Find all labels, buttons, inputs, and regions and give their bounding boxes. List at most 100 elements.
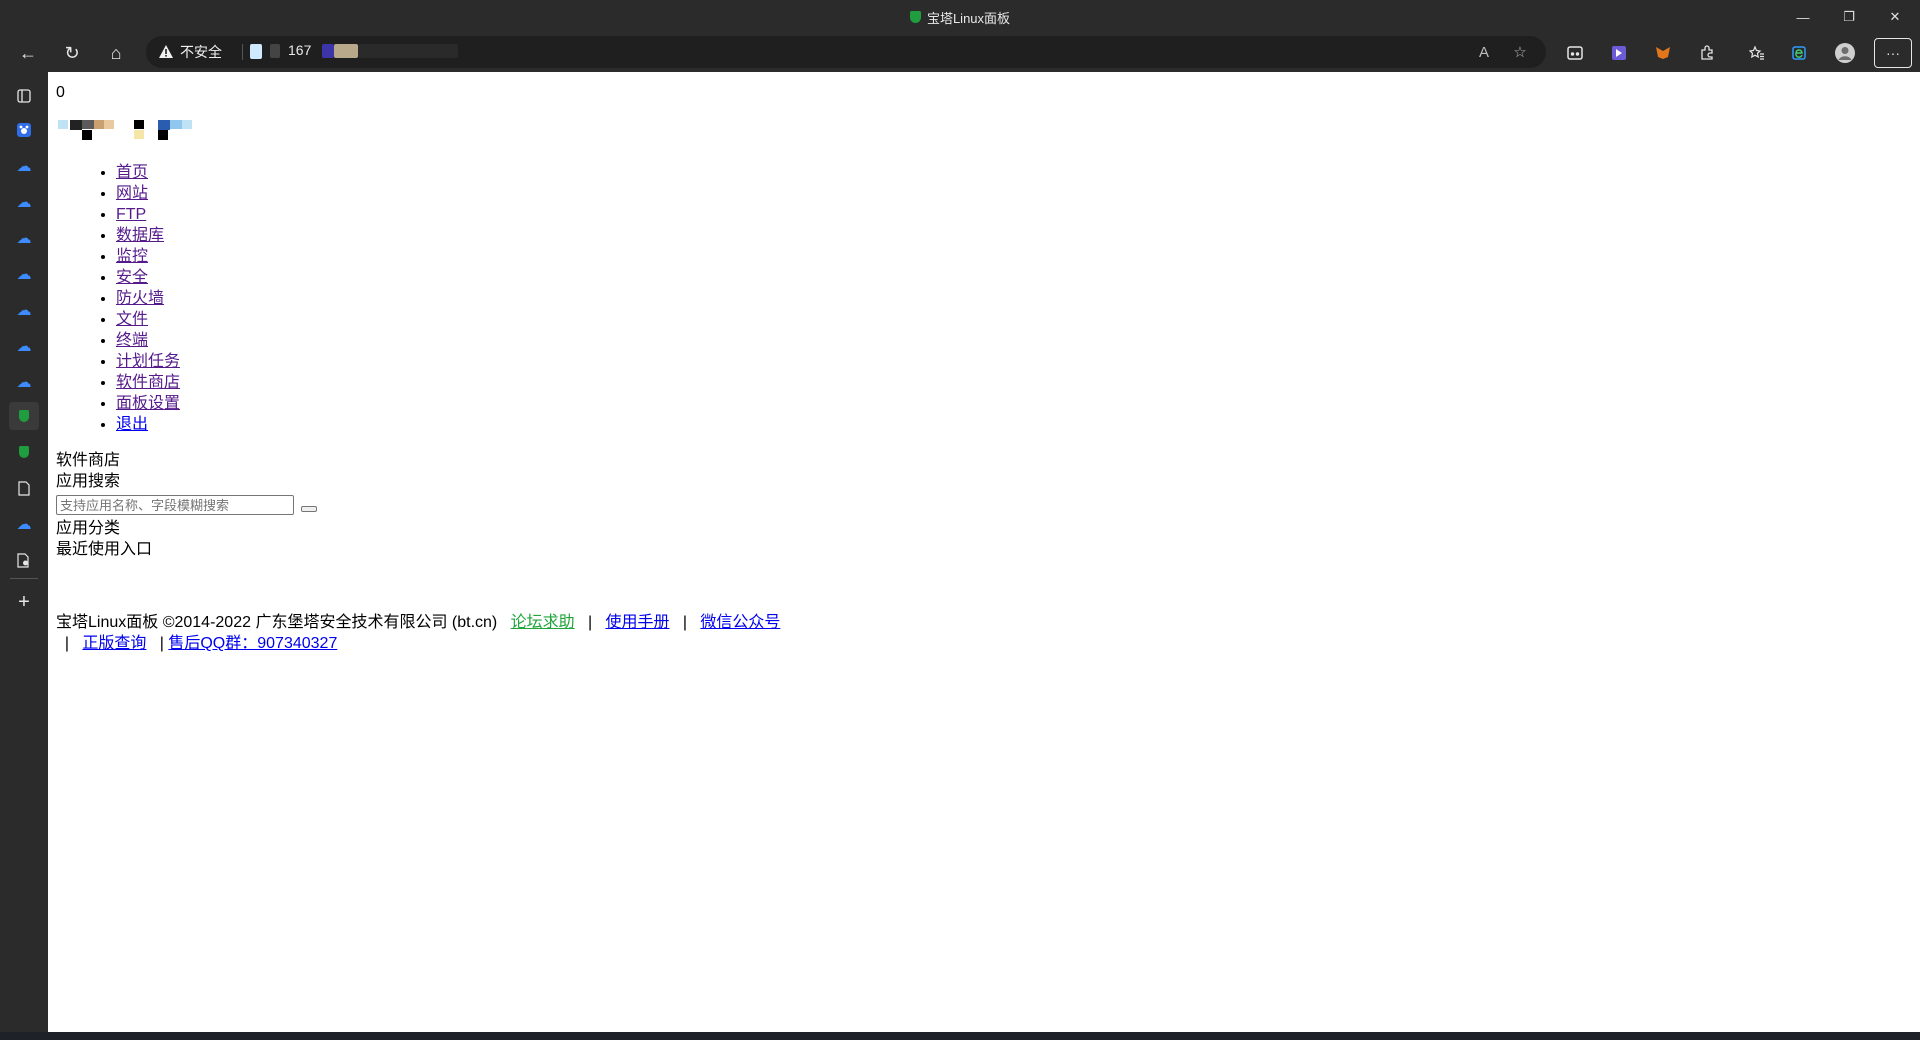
nav-item: 计划任务 (116, 351, 180, 372)
nav-terminal-link[interactable]: 终端 (116, 332, 148, 349)
nav-item: 终端 (116, 330, 180, 351)
settings-more-button[interactable]: ··· (1874, 38, 1912, 68)
nav-item: 文件 (116, 309, 180, 330)
page-icon (250, 44, 262, 59)
qq-group-link[interactable]: 售后QQ群：907340327 (168, 635, 337, 652)
bt-panel-tab-active[interactable] (9, 402, 39, 430)
search-label: 应用搜索 (56, 473, 121, 490)
window-title: 宝塔Linux面板 (926, 10, 1011, 26)
url-text: 167 (288, 42, 312, 58)
logo-image (58, 120, 198, 144)
collections-icon[interactable] (1784, 38, 1814, 68)
sidebar-divider (10, 578, 38, 579)
immersive-reader-icon[interactable] (1560, 38, 1590, 68)
nav-item: 软件商店 (116, 372, 180, 393)
warning-icon (159, 45, 173, 58)
nav-item: 数据库 (116, 225, 180, 246)
footer: 宝塔Linux面板 ©2014-2022 广东堡塔安全技术有限公司 (bt.cn… (56, 612, 780, 654)
footer-line-1: 宝塔Linux面板 ©2014-2022 广东堡塔安全技术有限公司 (bt.cn… (56, 612, 780, 633)
extension-purple-icon[interactable] (1604, 38, 1634, 68)
footer-separator: | (682, 614, 687, 631)
nav-item: 首页 (116, 162, 180, 183)
nav-site-link[interactable]: 网站 (116, 185, 148, 202)
footer-line-2: | 正版查询 | 售后QQ群：907340327 (56, 633, 780, 654)
title-group: 宝塔Linux面板 (0, 0, 1920, 34)
back-button[interactable]: ← (13, 38, 43, 68)
security-indicator[interactable]: 不安全 (158, 41, 222, 63)
nav-monitor-link[interactable]: 监控 (116, 248, 148, 265)
taskbar-strip (0, 1032, 1920, 1040)
nav-files-link[interactable]: 文件 (116, 311, 148, 328)
search-button[interactable] (301, 506, 317, 512)
nav-item: 防火墙 (116, 288, 180, 309)
favorites-icon[interactable] (1742, 38, 1772, 68)
tab-actions-icon[interactable] (9, 82, 39, 110)
settings-doc-tab-icon[interactable] (9, 546, 39, 574)
profile-avatar-icon[interactable] (1830, 38, 1860, 68)
forum-link[interactable]: 论坛求助 (511, 614, 575, 631)
nav-logout-link[interactable]: 退出 (116, 416, 148, 433)
app-search-input[interactable] (56, 495, 294, 515)
nav-crontab-link[interactable]: 计划任务 (116, 353, 180, 370)
restore-button[interactable]: ❐ (1826, 0, 1872, 34)
browser-toolbar: ← ↻ ⌂ 不安全 167 A ☆ ··· (0, 34, 1920, 72)
bt-shield-icon (909, 11, 921, 23)
add-favorite-icon[interactable]: ☆ (1508, 40, 1532, 64)
security-label: 不安全 (180, 44, 222, 60)
nav-home-link[interactable]: 首页 (116, 164, 148, 181)
footer-separator: | (64, 635, 70, 652)
bt-panel-tab[interactable] (9, 438, 39, 466)
minimize-button[interactable]: — (1780, 0, 1826, 34)
cloud-tab-icon[interactable]: ☁ (9, 296, 39, 324)
address-bar[interactable]: 不安全 167 A ☆ (146, 36, 1546, 68)
nav-item: FTP (116, 204, 180, 225)
manual-link[interactable]: 使用手册 (605, 614, 669, 631)
url-blur (322, 44, 334, 58)
url-blur (270, 44, 280, 58)
cloud-tab-icon[interactable]: ☁ (9, 260, 39, 288)
nav-security-link[interactable]: 安全 (116, 269, 148, 286)
cloud-tab-icon[interactable]: ☁ (9, 224, 39, 252)
cloud-tab-icon[interactable]: ☁ (9, 152, 39, 180)
home-button[interactable]: ⌂ (101, 38, 131, 68)
url-blur (358, 44, 458, 58)
page-content: 0 首页 网站 FTP 数据库 监控 安全 防火墙 文件 终端 计划任务 软件商… (48, 72, 1920, 1032)
metamask-fox-icon[interactable] (1648, 38, 1678, 68)
address-divider (242, 44, 243, 60)
baidu-tab-icon[interactable] (9, 116, 39, 144)
nav-panel-settings-link[interactable]: 面板设置 (116, 395, 180, 412)
verify-link[interactable]: 正版查询 (82, 635, 146, 652)
copyright-text: 宝塔Linux面板 ©2014-2022 广东堡塔安全技术有限公司 (bt.cn… (56, 614, 498, 631)
url-blur (334, 44, 358, 58)
refresh-button[interactable]: ↻ (57, 38, 87, 68)
cloud-tab-icon[interactable]: ☁ (9, 332, 39, 360)
counter-text: 0 (56, 84, 65, 101)
nav-item: 安全 (116, 267, 180, 288)
extensions-puzzle-icon[interactable] (1692, 38, 1722, 68)
nav-item: 监控 (116, 246, 180, 267)
section-title: 软件商店 (56, 452, 121, 469)
category-label: 应用分类 (56, 520, 121, 537)
document-tab-icon[interactable] (9, 474, 39, 502)
nav-database-link[interactable]: 数据库 (116, 227, 164, 244)
recent-label: 最近使用入口 (56, 541, 153, 558)
footer-separator: | (159, 635, 164, 652)
window-title-bar: 宝塔Linux面板 — ❐ ✕ (0, 0, 1920, 34)
main-nav: 首页 网站 FTP 数据库 监控 安全 防火墙 文件 终端 计划任务 软件商店 … (76, 162, 180, 435)
close-button[interactable]: ✕ (1872, 0, 1918, 34)
read-aloud-icon[interactable]: A (1472, 40, 1496, 64)
bt-shield-icon (19, 446, 29, 458)
nav-item: 退出 (116, 414, 180, 435)
cloud-tab-icon[interactable]: ☁ (9, 510, 39, 538)
nav-item: 网站 (116, 183, 180, 204)
nav-ftp-link[interactable]: FTP (116, 206, 146, 223)
footer-separator: | (587, 614, 593, 631)
nav-firewall-link[interactable]: 防火墙 (116, 290, 164, 307)
cloud-tab-icon[interactable]: ☁ (9, 368, 39, 396)
bt-shield-icon (19, 410, 29, 422)
cloud-tab-icon[interactable]: ☁ (9, 188, 39, 216)
new-tab-plus-icon[interactable]: + (9, 588, 39, 616)
nav-software-store-link[interactable]: 软件商店 (116, 374, 180, 391)
wechat-link[interactable]: 微信公众号 (700, 614, 780, 631)
vertical-tabs-sidebar: ☁ ☁ ☁ ☁ ☁ ☁ ☁ ☁ + (0, 72, 48, 1032)
